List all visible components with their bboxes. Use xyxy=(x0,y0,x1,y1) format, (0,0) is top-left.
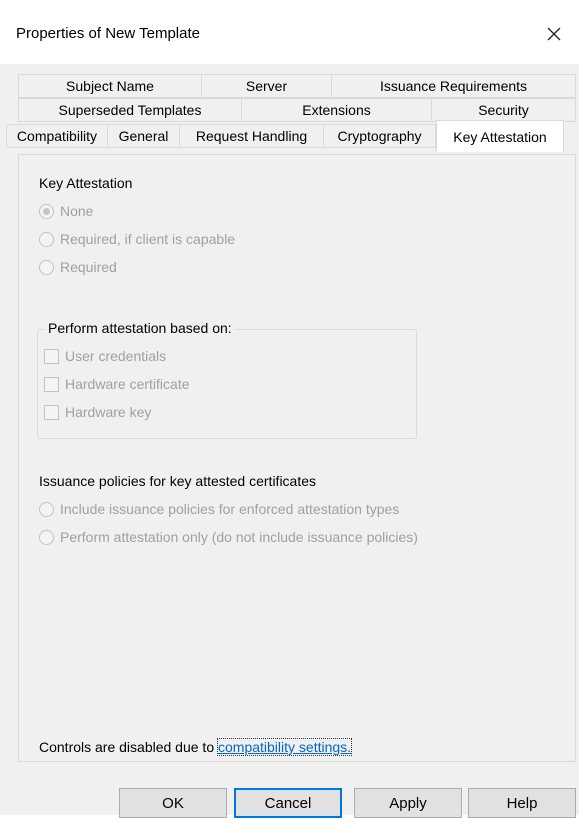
key-attestation-heading: Key Attestation xyxy=(39,175,133,191)
check-hardware-key[interactable]: Hardware key xyxy=(44,404,151,420)
tab-row-1: Subject Name Server Issuance Requirement… xyxy=(18,74,576,98)
checkbox xyxy=(44,376,59,392)
tab-row-2: Superseded Templates Extensions Security xyxy=(18,98,576,122)
ok-button[interactable]: OK xyxy=(119,788,227,818)
checkbox xyxy=(44,348,59,364)
radio-label: Perform attestation only (do not include… xyxy=(60,529,418,545)
title-bar: Properties of New Template xyxy=(0,0,579,64)
check-user-credentials[interactable]: User credentials xyxy=(44,348,166,364)
radio-required[interactable]: Required xyxy=(39,259,117,275)
checkbox xyxy=(44,404,59,420)
tab-subject-name[interactable]: Subject Name xyxy=(18,74,202,98)
tab-key-attestation[interactable]: Key Attestation xyxy=(436,120,564,152)
checkbox-label: Hardware key xyxy=(65,404,152,420)
radio-required-if-capable[interactable]: Required, if client is capable xyxy=(39,231,235,247)
checkbox-label: User credentials xyxy=(65,348,167,364)
radio-label: Include issuance policies for enforced a… xyxy=(60,501,400,517)
checkbox-label: Hardware certificate xyxy=(65,376,190,392)
tab-superseded-templates[interactable]: Superseded Templates xyxy=(18,98,242,122)
window-title: Properties of New Template xyxy=(16,25,200,42)
tab-security[interactable]: Security xyxy=(432,98,576,122)
group-title: Perform attestation based on: xyxy=(45,320,235,336)
attestation-basis-group: Perform attestation based on: User crede… xyxy=(37,320,417,439)
check-hardware-certificate[interactable]: Hardware certificate xyxy=(44,376,190,392)
radio-selected-dot xyxy=(43,207,50,215)
footer-note: Controls are disabled due to compatibili… xyxy=(39,738,353,756)
tab-panel-key-attestation: Key Attestation None Required, if client… xyxy=(18,154,576,762)
compatibility-settings-link[interactable]: compatibility settings. xyxy=(216,738,353,756)
apply-button[interactable]: Apply xyxy=(354,788,462,818)
tab-cryptography[interactable]: Cryptography xyxy=(324,124,436,148)
radio-button xyxy=(39,529,54,545)
radio-label: None xyxy=(60,203,94,219)
tab-server[interactable]: Server xyxy=(202,74,332,98)
footer-note-text: Controls are disabled due to xyxy=(39,739,218,755)
tab-compatibility[interactable]: Compatibility xyxy=(6,124,108,148)
radio-button xyxy=(39,259,54,275)
radio-label: Required xyxy=(60,259,117,275)
radio-button xyxy=(39,501,54,517)
radio-attestation-only[interactable]: Perform attestation only (do not include… xyxy=(39,529,418,545)
dialog-client-area: Subject Name Server Issuance Requirement… xyxy=(0,64,579,818)
radio-include-issuance-policies[interactable]: Include issuance policies for enforced a… xyxy=(39,501,399,517)
cancel-button[interactable]: Cancel xyxy=(234,788,342,818)
help-button[interactable]: Help xyxy=(468,788,576,818)
tab-extensions[interactable]: Extensions xyxy=(242,98,432,122)
tab-issuance-requirements[interactable]: Issuance Requirements xyxy=(332,74,576,98)
tab-request-handling[interactable]: Request Handling xyxy=(180,124,324,148)
close-button[interactable] xyxy=(537,18,571,52)
radio-none[interactable]: None xyxy=(39,203,93,219)
tab-general[interactable]: General xyxy=(108,124,180,148)
issuance-policies-heading: Issuance policies for key attested certi… xyxy=(39,473,317,489)
close-icon xyxy=(546,26,562,45)
tab-row-3: Compatibility General Request Handling C… xyxy=(6,120,564,152)
radio-button xyxy=(39,203,54,219)
radio-label: Required, if client is capable xyxy=(60,231,236,247)
radio-button xyxy=(39,231,54,247)
